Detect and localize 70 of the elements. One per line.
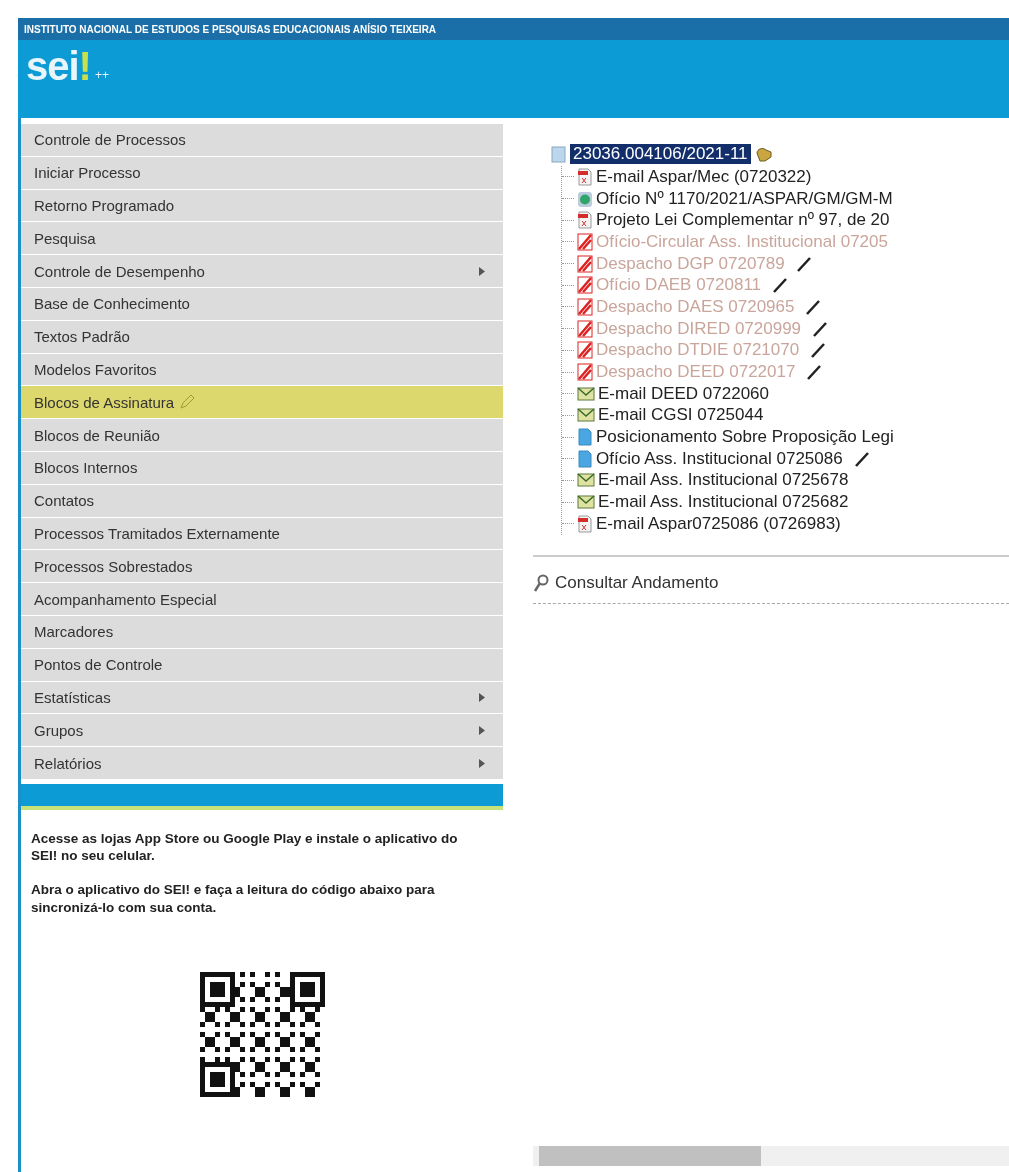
cancelled-document-icon <box>577 297 593 316</box>
menu-item[interactable]: Pesquisa <box>21 222 503 255</box>
cancelled-document-icon <box>577 363 593 382</box>
menu-item[interactable]: Modelos Favoritos <box>21 353 503 386</box>
globe-icon <box>577 189 593 208</box>
cancelled-document-icon <box>577 319 593 338</box>
document-link[interactable]: Posicionamento Sobre Proposição Legi <box>596 427 894 448</box>
submenu-arrow-icon <box>479 692 485 702</box>
menu-item[interactable]: Estatísticas <box>21 681 503 714</box>
document-link[interactable]: Projeto Lei Complementar nº 97, de 20 <box>596 210 890 231</box>
institution-name: INSTITUTO NACIONAL DE ESTUDOS E PESQUISAS EDUCACIONAIS ANÍSIO TEIXEIRA <box>24 23 437 35</box>
logo-suffix: ++ <box>94 68 109 82</box>
menu-item[interactable]: Marcadores <box>21 615 503 648</box>
pencil-icon <box>178 393 197 412</box>
document-link[interactable]: E-mail Aspar0725086 (0726983) <box>596 513 841 534</box>
pen-icon <box>805 298 822 315</box>
document-link[interactable]: E-mail Ass. Institucional 0725678 <box>598 470 849 491</box>
document-link[interactable]: E-mail CGSI 0725044 <box>598 405 764 426</box>
logo: sei! <box>26 46 91 86</box>
action-link[interactable]: Consultar Andamento <box>555 572 719 593</box>
submenu-arrow-icon <box>479 725 485 735</box>
process-number[interactable]: 23036.004106/2021-11 <box>570 144 751 164</box>
document-icon <box>577 449 593 468</box>
submenu-arrow-icon <box>479 266 485 276</box>
menu-item[interactable]: Processos Sobrestados <box>21 550 503 583</box>
envelope-icon <box>577 408 595 423</box>
submenu-arrow-icon <box>479 758 485 768</box>
pdf-icon <box>577 514 593 533</box>
menu-item[interactable]: Iniciar Processo <box>21 156 503 189</box>
envelope-icon <box>577 473 595 488</box>
menu-item[interactable]: Controle de Desempenho <box>21 255 503 287</box>
menu-item[interactable]: Relatórios <box>21 747 503 779</box>
process-icon <box>551 145 567 163</box>
document-link[interactable]: E-mail Aspar/Mec (0720322) <box>596 166 812 187</box>
document-link[interactable]: E-mail DEED 0722060 <box>598 383 770 404</box>
menu-item[interactable]: Textos Padrão <box>21 320 503 353</box>
menu-item[interactable]: Processos Tramitados Externamente <box>21 517 503 550</box>
document-icon <box>577 428 593 447</box>
pen-icon <box>795 255 812 272</box>
horizontal-scrollbar[interactable] <box>533 1146 1009 1166</box>
pen-icon <box>853 450 870 467</box>
menu-item[interactable]: Retorno Programado <box>21 189 503 222</box>
menu-item[interactable]: Blocos Internos <box>21 451 503 484</box>
menu-item[interactable]: Contatos <box>21 484 503 517</box>
cancelled-document-icon <box>577 254 593 273</box>
pen-icon <box>810 342 827 359</box>
menu-item[interactable]: Acompanhamento Especial <box>21 583 503 615</box>
menu-item[interactable]: Pontos de Controle <box>21 648 503 681</box>
pen-icon <box>812 320 829 337</box>
pdf-icon <box>577 167 593 186</box>
app-instructions: Acesse as lojas App Store ou Google Play e instale o aplicativo do SEI! no seu celular. <box>31 829 459 866</box>
document-link[interactable]: E-mail Ass. Institucional 0725682 <box>598 492 849 513</box>
cancelled-document-icon <box>577 276 593 295</box>
menu-item[interactable]: Blocos de Reunião <box>21 419 503 451</box>
menu-item[interactable]: Grupos <box>21 714 503 747</box>
menu-item[interactable]: Controle de Processos <box>21 124 503 156</box>
scrollbar-thumb[interactable] <box>539 1146 761 1166</box>
envelope-icon <box>577 386 595 401</box>
menu-item[interactable]: Blocos de Assinatura <box>21 386 503 419</box>
search-icon <box>533 573 549 592</box>
app-instructions: Abra o aplicativo do SEI! e faça a leitura do código abaixo para sincronizá-lo com sua conta. <box>31 881 436 917</box>
pen-icon <box>772 277 789 294</box>
document-link[interactable]: Ofício Ass. Institucional 0725086 <box>596 448 843 469</box>
cancelled-document-icon <box>577 232 593 251</box>
menu-item[interactable]: Base de Conhecimento <box>21 288 503 320</box>
pen-icon <box>806 364 823 381</box>
document-link[interactable]: Ofício Nº 1170/2021/ASPAR/GM/GM-M <box>596 188 893 209</box>
pdf-icon <box>577 211 593 230</box>
envelope-icon <box>577 495 595 510</box>
cancelled-document-icon <box>577 341 593 360</box>
